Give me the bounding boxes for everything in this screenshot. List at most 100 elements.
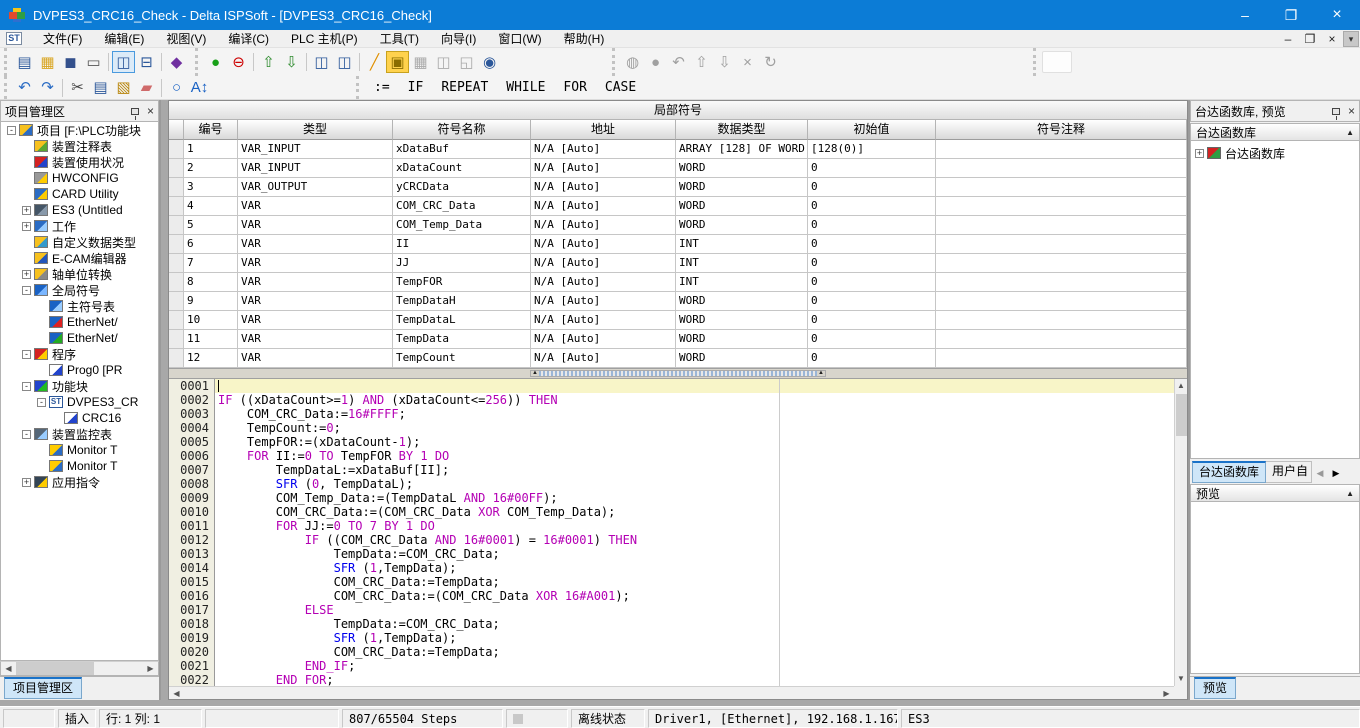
snippet-case[interactable]: CASE [596,80,645,95]
cell[interactable]: VAR [238,216,393,235]
cell[interactable]: VAR [238,292,393,311]
close-panel-icon[interactable]: × [1348,105,1355,117]
cell[interactable]: 0 [808,235,936,254]
cell[interactable]: 3 [184,178,238,197]
cell[interactable]: N/A [Auto] [531,159,676,178]
cell[interactable]: 9 [184,292,238,311]
cell[interactable]: 4 [184,197,238,216]
code-text[interactable]: END_FOR; [215,673,1174,686]
code-text[interactable]: COM_CRC_Data:=16#FFFF; [215,407,1174,421]
cell[interactable]: TempData [393,330,531,349]
cell[interactable]: 11 [184,330,238,349]
cell[interactable]: 10 [184,311,238,330]
tree-item[interactable]: -程序 [1,346,158,362]
table-row[interactable]: 2VAR_INPUTxDataCountN/A [Auto]WORD0 [169,159,1187,178]
expander-icon[interactable]: - [7,126,16,135]
row-selector-cell[interactable] [169,273,184,292]
column-header[interactable]: 编号 [184,120,238,140]
cell[interactable]: 0 [808,159,936,178]
row-selector-cell[interactable] [169,254,184,273]
cell[interactable]: 0 [808,349,936,368]
table-row[interactable]: 4VARCOM_CRC_DataN/A [Auto]WORD0 [169,197,1187,216]
cell[interactable]: INT [676,273,808,292]
cell[interactable]: COM_CRC_Data [393,197,531,216]
row-selector-cell[interactable] [169,292,184,311]
cell[interactable]: N/A [Auto] [531,178,676,197]
code-text[interactable]: IF ((COM_CRC_Data AND 16#0001) = 16#0001… [215,533,1174,547]
cell[interactable]: II [393,235,531,254]
cell[interactable]: VAR [238,254,393,273]
toolbar-options-button[interactable]: ▾ [1343,31,1359,47]
tree-item[interactable]: -STDVPES3_CR [1,394,158,410]
restore-button[interactable]: ❐ [1268,0,1314,30]
code-text[interactable]: COM_CRC_Data:=(COM_CRC_Data XOR 16#A001)… [215,589,1174,603]
cell[interactable]: INT [676,254,808,273]
cell[interactable]: WORD [676,349,808,368]
tree-item[interactable]: Prog0 [PR [1,362,158,378]
cell[interactable]: WORD [676,197,808,216]
cell[interactable]: 2 [184,159,238,178]
cell[interactable] [936,178,1187,197]
tab-scroll-right-icon[interactable]: ▶ [1328,463,1344,483]
cell[interactable]: WORD [676,311,808,330]
code-line[interactable]: 0011 FOR JJ:=0 TO 7 BY 1 DO [169,519,1174,533]
cell[interactable]: N/A [Auto] [531,216,676,235]
cell[interactable]: 5 [184,216,238,235]
st-code-editor[interactable]: 00010002IF ((xDataCount>=1) AND (xDataCo… [169,379,1187,699]
expander-icon[interactable]: + [22,478,31,487]
code-text[interactable]: COM_CRC_Data:=TempData; [215,645,1174,659]
cell[interactable]: N/A [Auto] [531,140,676,159]
mdi-close-button[interactable]: × [1321,32,1343,46]
column-header[interactable]: 地址 [531,120,676,140]
code-vscrollbar[interactable]: ▲ ▼ [1174,379,1187,686]
expander-icon[interactable]: + [22,206,31,215]
print-icon[interactable]: ▭ [82,51,105,73]
pin-icon[interactable] [1332,108,1340,115]
window-split-vertical-icon[interactable]: ◫ [112,51,135,73]
cell[interactable] [936,311,1187,330]
cell[interactable] [936,349,1187,368]
cell[interactable] [936,273,1187,292]
code-line[interactable]: 0015 COM_CRC_Data:=TempData; [169,575,1174,589]
table-row[interactable]: 3VAR_OUTPUTyCRCDataN/A [Auto]WORD0 [169,178,1187,197]
tab-user-defined[interactable]: 用户自 [1266,461,1312,483]
expander-icon[interactable]: + [1195,149,1204,158]
row-selector-cell[interactable] [169,140,184,159]
table-row[interactable]: 12VARTempCountN/A [Auto]WORD0 [169,349,1187,368]
tab-preview[interactable]: 预览 [1194,677,1236,699]
online-monitor-icon[interactable]: ▣ [386,51,409,73]
cell[interactable]: JJ [393,254,531,273]
expander-icon[interactable]: - [22,382,31,391]
menu-v[interactable]: 视图(V) [155,31,217,47]
code-line[interactable]: 0005 TempFOR:=(xDataCount-1); [169,435,1174,449]
tree-item[interactable]: -项目 [F:\PLC功能块 [1,122,158,138]
mdi-minimize-button[interactable]: – [1277,32,1299,46]
code-line[interactable]: 0013 TempData:=COM_CRC_Data; [169,547,1174,561]
code-line[interactable]: 0010 COM_CRC_Data:=(COM_CRC_Data XOR COM… [169,505,1174,519]
code-text[interactable]: FOR JJ:=0 TO 7 BY 1 DO [215,519,1174,533]
tree-item[interactable]: +ES3 (Untitled [1,202,158,218]
cell[interactable]: N/A [Auto] [531,330,676,349]
cell[interactable] [936,159,1187,178]
code-text[interactable]: TempFOR:=(xDataCount-1); [215,435,1174,449]
cell[interactable]: VAR_INPUT [238,159,393,178]
code-line[interactable]: 0008 SFR (0, TempDataL); [169,477,1174,491]
code-text[interactable]: END_IF; [215,659,1174,673]
cell[interactable]: VAR [238,330,393,349]
tree-item[interactable]: +轴单位转换 [1,266,158,282]
device-monitor-binary-icon[interactable]: ◫ [310,51,333,73]
row-selector-cell[interactable] [169,216,184,235]
cell[interactable] [936,330,1187,349]
snippet-[interactable]: := [365,80,399,95]
cell[interactable]: 0 [808,330,936,349]
tree-item[interactable]: -功能块 [1,378,158,394]
find-icon[interactable]: ○ [165,77,188,99]
tree-item[interactable]: HWCONFIG [1,170,158,186]
scroll-left-icon[interactable]: ◀ [1,662,16,675]
tree-item[interactable]: +应用指令 [1,474,158,490]
row-selector-cell[interactable] [169,311,184,330]
splitter-collapse-handle[interactable]: ▲▲ [530,370,826,377]
cell[interactable] [936,292,1187,311]
window-split-horizontal-icon[interactable]: ⊟ [135,51,158,73]
cell[interactable]: VAR_INPUT [238,140,393,159]
